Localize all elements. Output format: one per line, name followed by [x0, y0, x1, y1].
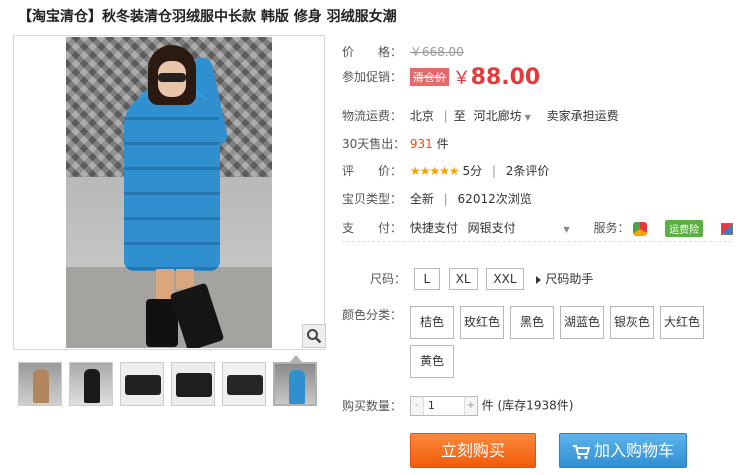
promo-amount: 88.00: [470, 65, 541, 90]
payment-dropdown-icon[interactable]: ▼: [564, 225, 570, 234]
quantity-label: 购买数量：: [342, 398, 403, 413]
ship-from: 北京: [409, 109, 434, 123]
color-options-row-1: 桔色 玫红色 黑色 湖蓝色 银灰色 大红色: [410, 306, 710, 339]
quantity-row: 购买数量： - 1 + 件 (库存1938件): [342, 396, 573, 416]
payment-method-1: 快捷支付: [409, 221, 458, 235]
type-row: 宝贝类型： 全新 | 62012次浏览: [342, 192, 532, 206]
product-title: 【淘宝清仓】秋冬装清仓羽绒服中长款 韩版 修身 羽绒服女潮: [18, 9, 397, 25]
promo-label: 参加促销：: [342, 69, 403, 84]
color-option-red[interactable]: 大红色: [660, 306, 704, 339]
quantity-stepper[interactable]: - 1 +: [409, 396, 478, 416]
sales-row: 30天售出： 931 件: [342, 135, 449, 152]
quantity-plus-button[interactable]: +: [464, 397, 477, 415]
ship-to-prefix: 至: [453, 109, 466, 123]
thumbnail-4[interactable]: [171, 362, 215, 406]
payment-label: 支 付：: [342, 221, 403, 235]
quantity-minus-button[interactable]: -: [410, 397, 423, 415]
add-to-cart-label: 加入购物车: [593, 441, 674, 460]
box-icon[interactable]: [721, 222, 733, 235]
insurance-badge[interactable]: 运费险: [665, 220, 704, 237]
color-option-orange[interactable]: 桔色: [410, 306, 454, 339]
promo-price: ￥88.00: [453, 65, 541, 90]
thumbnail-strip: [18, 362, 324, 406]
promo-row: 参加促销： 清仓价 ￥88.00: [342, 64, 540, 90]
thumbnail-1[interactable]: [18, 362, 62, 406]
color-label: 颜色分类：: [342, 308, 403, 322]
color-option-rose[interactable]: 玫红色: [460, 306, 504, 339]
promo-tag: 清仓价: [409, 68, 449, 86]
thumbnail-3[interactable]: [120, 362, 164, 406]
color-option-silver-gray[interactable]: 银灰色: [610, 306, 654, 339]
ship-to: 河北廊坊: [473, 109, 522, 123]
size-option-l[interactable]: L: [413, 268, 440, 290]
size-option-xl[interactable]: XL: [448, 268, 478, 290]
dropdown-caret-icon: ▼: [524, 113, 531, 122]
ship-to-select[interactable]: 河北廊坊 ▼: [474, 109, 531, 123]
type-value: 全新: [409, 192, 434, 206]
sales-label: 30天售出：: [342, 137, 406, 151]
shipping-label: 物流运费：: [342, 109, 403, 123]
thumbnail-5[interactable]: [222, 362, 266, 406]
sales-unit: 件: [436, 137, 449, 151]
service-label: 服务：: [593, 221, 630, 235]
rating-row: 评 价： ★★★★★ 5分 | 2条评价: [342, 164, 550, 178]
active-thumbnail-indicator: [290, 355, 302, 362]
color-option-lake-blue[interactable]: 湖蓝色: [560, 306, 604, 339]
size-row: 尺码： L XL XXL 尺码助手: [342, 268, 593, 290]
cart-icon: [572, 444, 591, 459]
original-price: ￥668.00: [409, 45, 464, 59]
magnifier-icon: [307, 329, 322, 344]
price-row: 价 格： ￥668.00: [342, 43, 464, 60]
color-row-label: 颜色分类：: [342, 306, 406, 323]
thumbnail-2[interactable]: [69, 362, 113, 406]
shipping-row: 物流运费： 北京 | 至 河北廊坊 ▼ 卖家承担运费: [342, 109, 619, 123]
stock-count: (库存1938件): [497, 398, 574, 413]
currency-symbol: ￥: [452, 68, 471, 89]
main-product-image[interactable]: [13, 35, 326, 350]
size-helper-link[interactable]: 尺码助手: [536, 272, 593, 286]
thumbnail-6[interactable]: [273, 362, 317, 406]
add-to-cart-button[interactable]: 加入购物车: [559, 433, 687, 468]
color-option-black[interactable]: 黑色: [510, 306, 554, 339]
triangle-right-icon: [536, 275, 542, 284]
sales-count: 931: [409, 137, 433, 151]
rating-stars: ★★★★★: [409, 164, 460, 178]
reviews-link[interactable]: 2条评价: [506, 164, 550, 178]
rating-score: 5分: [462, 164, 483, 178]
payment-method-2: 网银支付: [467, 221, 516, 235]
quantity-input[interactable]: 1: [422, 397, 465, 415]
size-label: 尺码：: [370, 272, 407, 286]
price-label: 价 格：: [342, 45, 403, 59]
buy-now-button[interactable]: 立刻购买: [410, 433, 536, 468]
zoom-button[interactable]: [302, 324, 326, 348]
view-count: 62012次浏览: [457, 192, 532, 206]
color-options-row-2: 黄色: [410, 345, 460, 378]
product-photo: [66, 37, 272, 348]
size-option-xxl[interactable]: XXL: [486, 268, 524, 290]
divider: [342, 241, 732, 242]
shield-icon: [633, 221, 648, 236]
shipping-fee: 卖家承担运费: [546, 109, 619, 123]
color-option-yellow[interactable]: 黄色: [410, 345, 454, 378]
rating-label: 评 价：: [342, 164, 403, 178]
quantity-unit: 件: [481, 398, 494, 413]
type-label: 宝贝类型：: [342, 192, 403, 206]
size-helper-text: 尺码助手: [545, 272, 594, 286]
payment-row: 支 付： 快捷支付 网银支付 ▼ 服务： 运费险: [342, 219, 733, 237]
